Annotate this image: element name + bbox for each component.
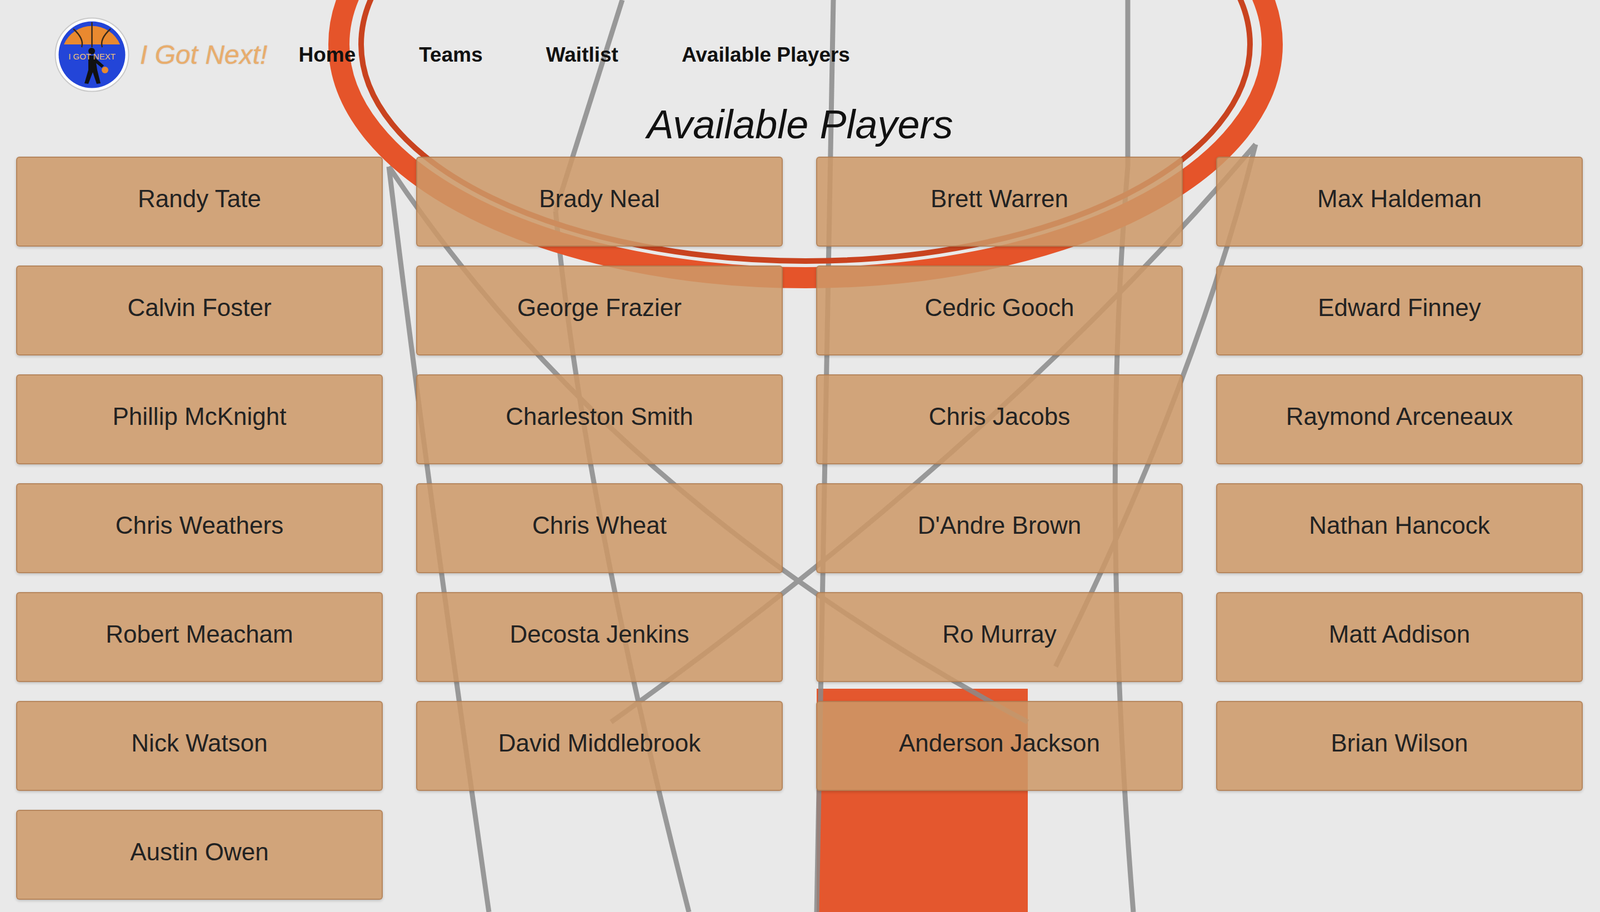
player-card[interactable]: Nick Watson	[16, 701, 383, 792]
nav-link[interactable]: Teams	[418, 43, 483, 67]
player-card[interactable]: Edward Finney	[1216, 265, 1583, 356]
player-card[interactable]: Chris Weathers	[16, 483, 383, 574]
player-card[interactable]: Ro Murray	[816, 592, 1183, 683]
top-nav-bar: I GOT NEXT I Got Next! Home Teams Waitlist Av…	[0, 0, 1600, 93]
player-card[interactable]: D'Andre Brown	[816, 483, 1183, 574]
player-card[interactable]: Austin Owen	[16, 810, 383, 900]
player-card[interactable]: Anderson Jackson	[816, 701, 1183, 792]
player-card[interactable]: Chris Wheat	[416, 483, 783, 574]
logo-text: I GOT NEXT	[68, 51, 116, 62]
player-card[interactable]: Randy Tate	[16, 156, 383, 247]
nav-menu: Home Teams Waitlist Available Players	[298, 43, 850, 67]
player-card[interactable]: Max Haldeman	[1216, 156, 1583, 247]
player-card[interactable]: George Frazier	[416, 265, 783, 356]
nav-link[interactable]: Available Players	[681, 43, 850, 67]
logo-icon[interactable]: I GOT NEXT	[53, 16, 130, 93]
brand-title[interactable]: I Got Next!	[140, 39, 268, 70]
player-card[interactable]: Robert Meacham	[16, 592, 383, 683]
player-grid: Randy Tate Brady Neal Brett Warren Max Hald…	[0, 156, 1600, 900]
player-card[interactable]: Decosta Jenkins	[416, 592, 783, 683]
player-card[interactable]: Brian Wilson	[1216, 701, 1583, 792]
player-card[interactable]: Brett Warren	[816, 156, 1183, 247]
player-card[interactable]: Matt Addison	[1216, 592, 1583, 683]
player-card[interactable]: David Middlebrook	[416, 701, 783, 792]
nav-link[interactable]: Home	[298, 43, 356, 67]
player-card[interactable]: Calvin Foster	[16, 265, 383, 356]
player-card[interactable]: Brady Neal	[416, 156, 783, 247]
player-card[interactable]: Chris Jacobs	[816, 374, 1183, 465]
player-card[interactable]: Raymond Arceneaux	[1216, 374, 1583, 465]
page-heading: Available Players	[0, 92, 1600, 157]
nav-link[interactable]: Waitlist	[546, 43, 619, 67]
player-card[interactable]: Phillip McKnight	[16, 374, 383, 465]
player-card[interactable]: Cedric Gooch	[816, 265, 1183, 356]
player-card[interactable]: Nathan Hancock	[1216, 483, 1583, 574]
player-card[interactable]: Charleston Smith	[416, 374, 783, 465]
